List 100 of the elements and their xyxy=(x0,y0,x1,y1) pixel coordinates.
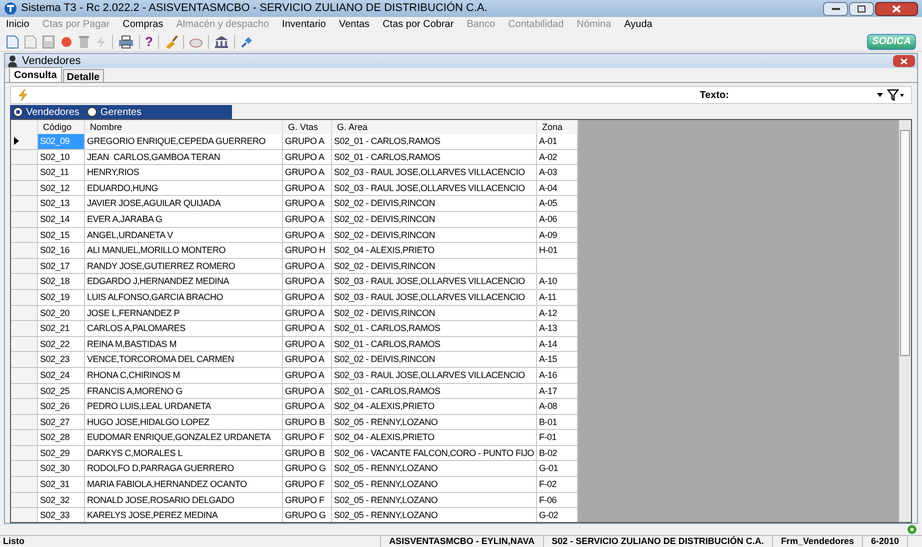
help-button[interactable]: ? xyxy=(145,35,153,48)
table-cell: S02_23 xyxy=(38,352,85,367)
table-cell: A-15 xyxy=(537,352,578,367)
app-logo-icon xyxy=(4,2,17,15)
table-cell: S02_02 - DEIVIS,RINCON xyxy=(332,352,537,367)
table-cell: S02_01 - CARLOS,RAMOS xyxy=(332,336,537,352)
menu-item[interactable]: Compras xyxy=(122,17,164,32)
table-cell: F-02 xyxy=(537,477,578,492)
table-cell: GRUPO A xyxy=(283,290,332,305)
table-cell: RONALD JOSE,ROSARIO DELGADO xyxy=(85,492,283,508)
radio-button[interactable] xyxy=(87,107,98,117)
table-cell: S02_14 xyxy=(38,212,85,227)
record-icon[interactable] xyxy=(60,34,73,48)
menu-item[interactable]: Inventario xyxy=(282,17,326,32)
table-cell: EDGARDO J,HERNANDEZ MEDINA xyxy=(85,274,283,289)
document-icon[interactable] xyxy=(24,34,37,48)
menu-item[interactable]: Ayuda xyxy=(624,17,652,32)
table-cell: S02_03 - RAUL JOSE,OLLARVES VILLACENCIO xyxy=(332,274,537,289)
broom-icon[interactable] xyxy=(164,34,178,48)
status-text: Frm_Vendedores xyxy=(772,534,863,547)
table-cell: JOSE L,FERNANDEZ P xyxy=(85,306,283,320)
table-cell: S02_19 xyxy=(38,290,85,305)
close-button[interactable] xyxy=(893,55,915,67)
menu-item[interactable]: Ventas xyxy=(338,17,370,32)
table-cell: S02_02 - DEIVIS,RINCON xyxy=(332,228,537,242)
scrollbar[interactable] xyxy=(899,120,911,522)
table-cell: S02_01 - CARLOS,RAMOS xyxy=(332,150,537,164)
table-cell: A-04 xyxy=(537,180,578,196)
table-cell: S02_04 - ALEXIS,PRIETO xyxy=(332,399,537,414)
new-document-icon[interactable] xyxy=(6,34,19,48)
table-cell: A-05 xyxy=(537,196,578,211)
table-cell: RODOLFO D,PARRAGA GUERRERO xyxy=(85,461,283,476)
table-cell: S02_05 - RENNY,LOZANO xyxy=(332,461,537,476)
table-cell: A-09 xyxy=(537,228,578,242)
table-cell: S02_26 xyxy=(38,399,85,414)
row-header[interactable] xyxy=(11,134,38,149)
table-cell: S02_27 xyxy=(38,414,85,430)
table-cell: DARKYS C,MORALES L xyxy=(85,446,283,460)
printer-icon[interactable] xyxy=(118,34,134,48)
scrollbar-thumb[interactable] xyxy=(900,130,910,356)
table-cell: A-13 xyxy=(537,321,578,336)
table-cell: F-06 xyxy=(537,492,578,508)
table-cell: A-11 xyxy=(537,290,578,305)
table-cell: HUGO JOSE,HIDALGO LOPEZ xyxy=(85,414,283,430)
table-cell: GRUPO A xyxy=(283,196,332,211)
table-cell: GRUPO B xyxy=(283,446,332,460)
table-cell: S02_16 xyxy=(38,243,85,258)
status-text: Listo xyxy=(0,534,382,547)
table-cell: A-16 xyxy=(537,368,578,382)
table-cell: ALI MANUEL,MORILLO MONTERO xyxy=(85,243,283,258)
window-title: Sistema T3 - Rc 2.022.2 - ASISVENTASMCBO - SERVICIO ZULIANO DE DISTRIBUCIÓN C.A. xyxy=(21,0,488,16)
save-icon[interactable] xyxy=(42,34,55,48)
trash-icon[interactable] xyxy=(78,34,90,48)
table-cell: MARIA FABIOLA,HERNANDEZ OCANTO xyxy=(85,477,283,492)
table-cell: G-02 xyxy=(537,508,578,522)
table-cell: S02_04 - ALEXIS,PRIETO xyxy=(332,243,537,258)
table-cell: GRUPO A xyxy=(283,212,332,227)
table-cell: S02_01 - CARLOS,RAMOS xyxy=(332,321,537,336)
table-cell: A-03 xyxy=(537,165,578,180)
tab[interactable]: Detalle xyxy=(62,69,104,82)
table-cell: A-06 xyxy=(537,212,578,227)
table-cell: S02_21 xyxy=(38,321,85,336)
table-cell: GRUPO A xyxy=(283,352,332,367)
table-cell: GRUPO G xyxy=(283,508,332,522)
table-cell: GRUPO A xyxy=(283,258,332,274)
minimize-icon xyxy=(832,7,840,10)
table-cell: S02_05 - RENNY,LOZANO xyxy=(332,414,537,430)
table-cell: GRUPO A xyxy=(283,165,332,180)
table-cell: S02_31 xyxy=(38,477,85,492)
table-cell: S02_25 xyxy=(38,384,85,398)
minimize-button[interactable] xyxy=(823,2,848,16)
table-cell: S02_02 - DEIVIS,RINCON xyxy=(332,258,537,274)
bank-icon[interactable] xyxy=(214,34,229,48)
table-cell: GRUPO H xyxy=(283,243,332,258)
table-cell: S02_33 xyxy=(38,508,85,522)
lightning-icon[interactable] xyxy=(95,34,107,48)
table-cell: EDUARDO,HUNG xyxy=(85,180,283,196)
table-cell: GRUPO A xyxy=(283,336,332,352)
table-cell: S02_04 - ALEXIS,PRIETO xyxy=(332,430,537,445)
menu-item[interactable]: Inicio xyxy=(6,17,30,32)
maximize-button[interactable] xyxy=(849,2,874,16)
table-cell: JAVIER JOSE,AGUILAR QUIJADA xyxy=(85,196,283,211)
table-cell: JEAN CARLOS,GAMBOA TERAN xyxy=(85,150,283,164)
table-cell: F-01 xyxy=(537,430,578,445)
table-cell: GRUPO F xyxy=(283,430,332,445)
table-cell: S02_01 - CARLOS,RAMOS xyxy=(332,384,537,398)
table-cell: S02_02 - DEIVIS,RINCON xyxy=(332,212,537,227)
table-cell: S02_28 xyxy=(38,430,85,445)
close-button[interactable] xyxy=(875,2,918,16)
table-cell: S02_13 xyxy=(38,196,85,211)
table-cell: GRUPO G xyxy=(283,461,332,476)
table-cell: S02_03 - RAUL JOSE,OLLARVES VILLACENCIO xyxy=(332,180,537,196)
table-cell: GREGORIO ENRIQUE,CEPEDA GUERRERO xyxy=(85,134,283,149)
table-cell: HENRY,RIOS xyxy=(85,165,283,180)
tab[interactable]: Consulta xyxy=(9,67,62,82)
table-cell: S02_02 - DEIVIS,RINCON xyxy=(332,306,537,320)
menu-item[interactable]: Ctas por Cobrar xyxy=(382,17,454,32)
close-icon xyxy=(900,58,908,64)
radio-button[interactable] xyxy=(13,107,23,117)
table-cell: FRANCIS A,MORENO G xyxy=(85,384,283,398)
